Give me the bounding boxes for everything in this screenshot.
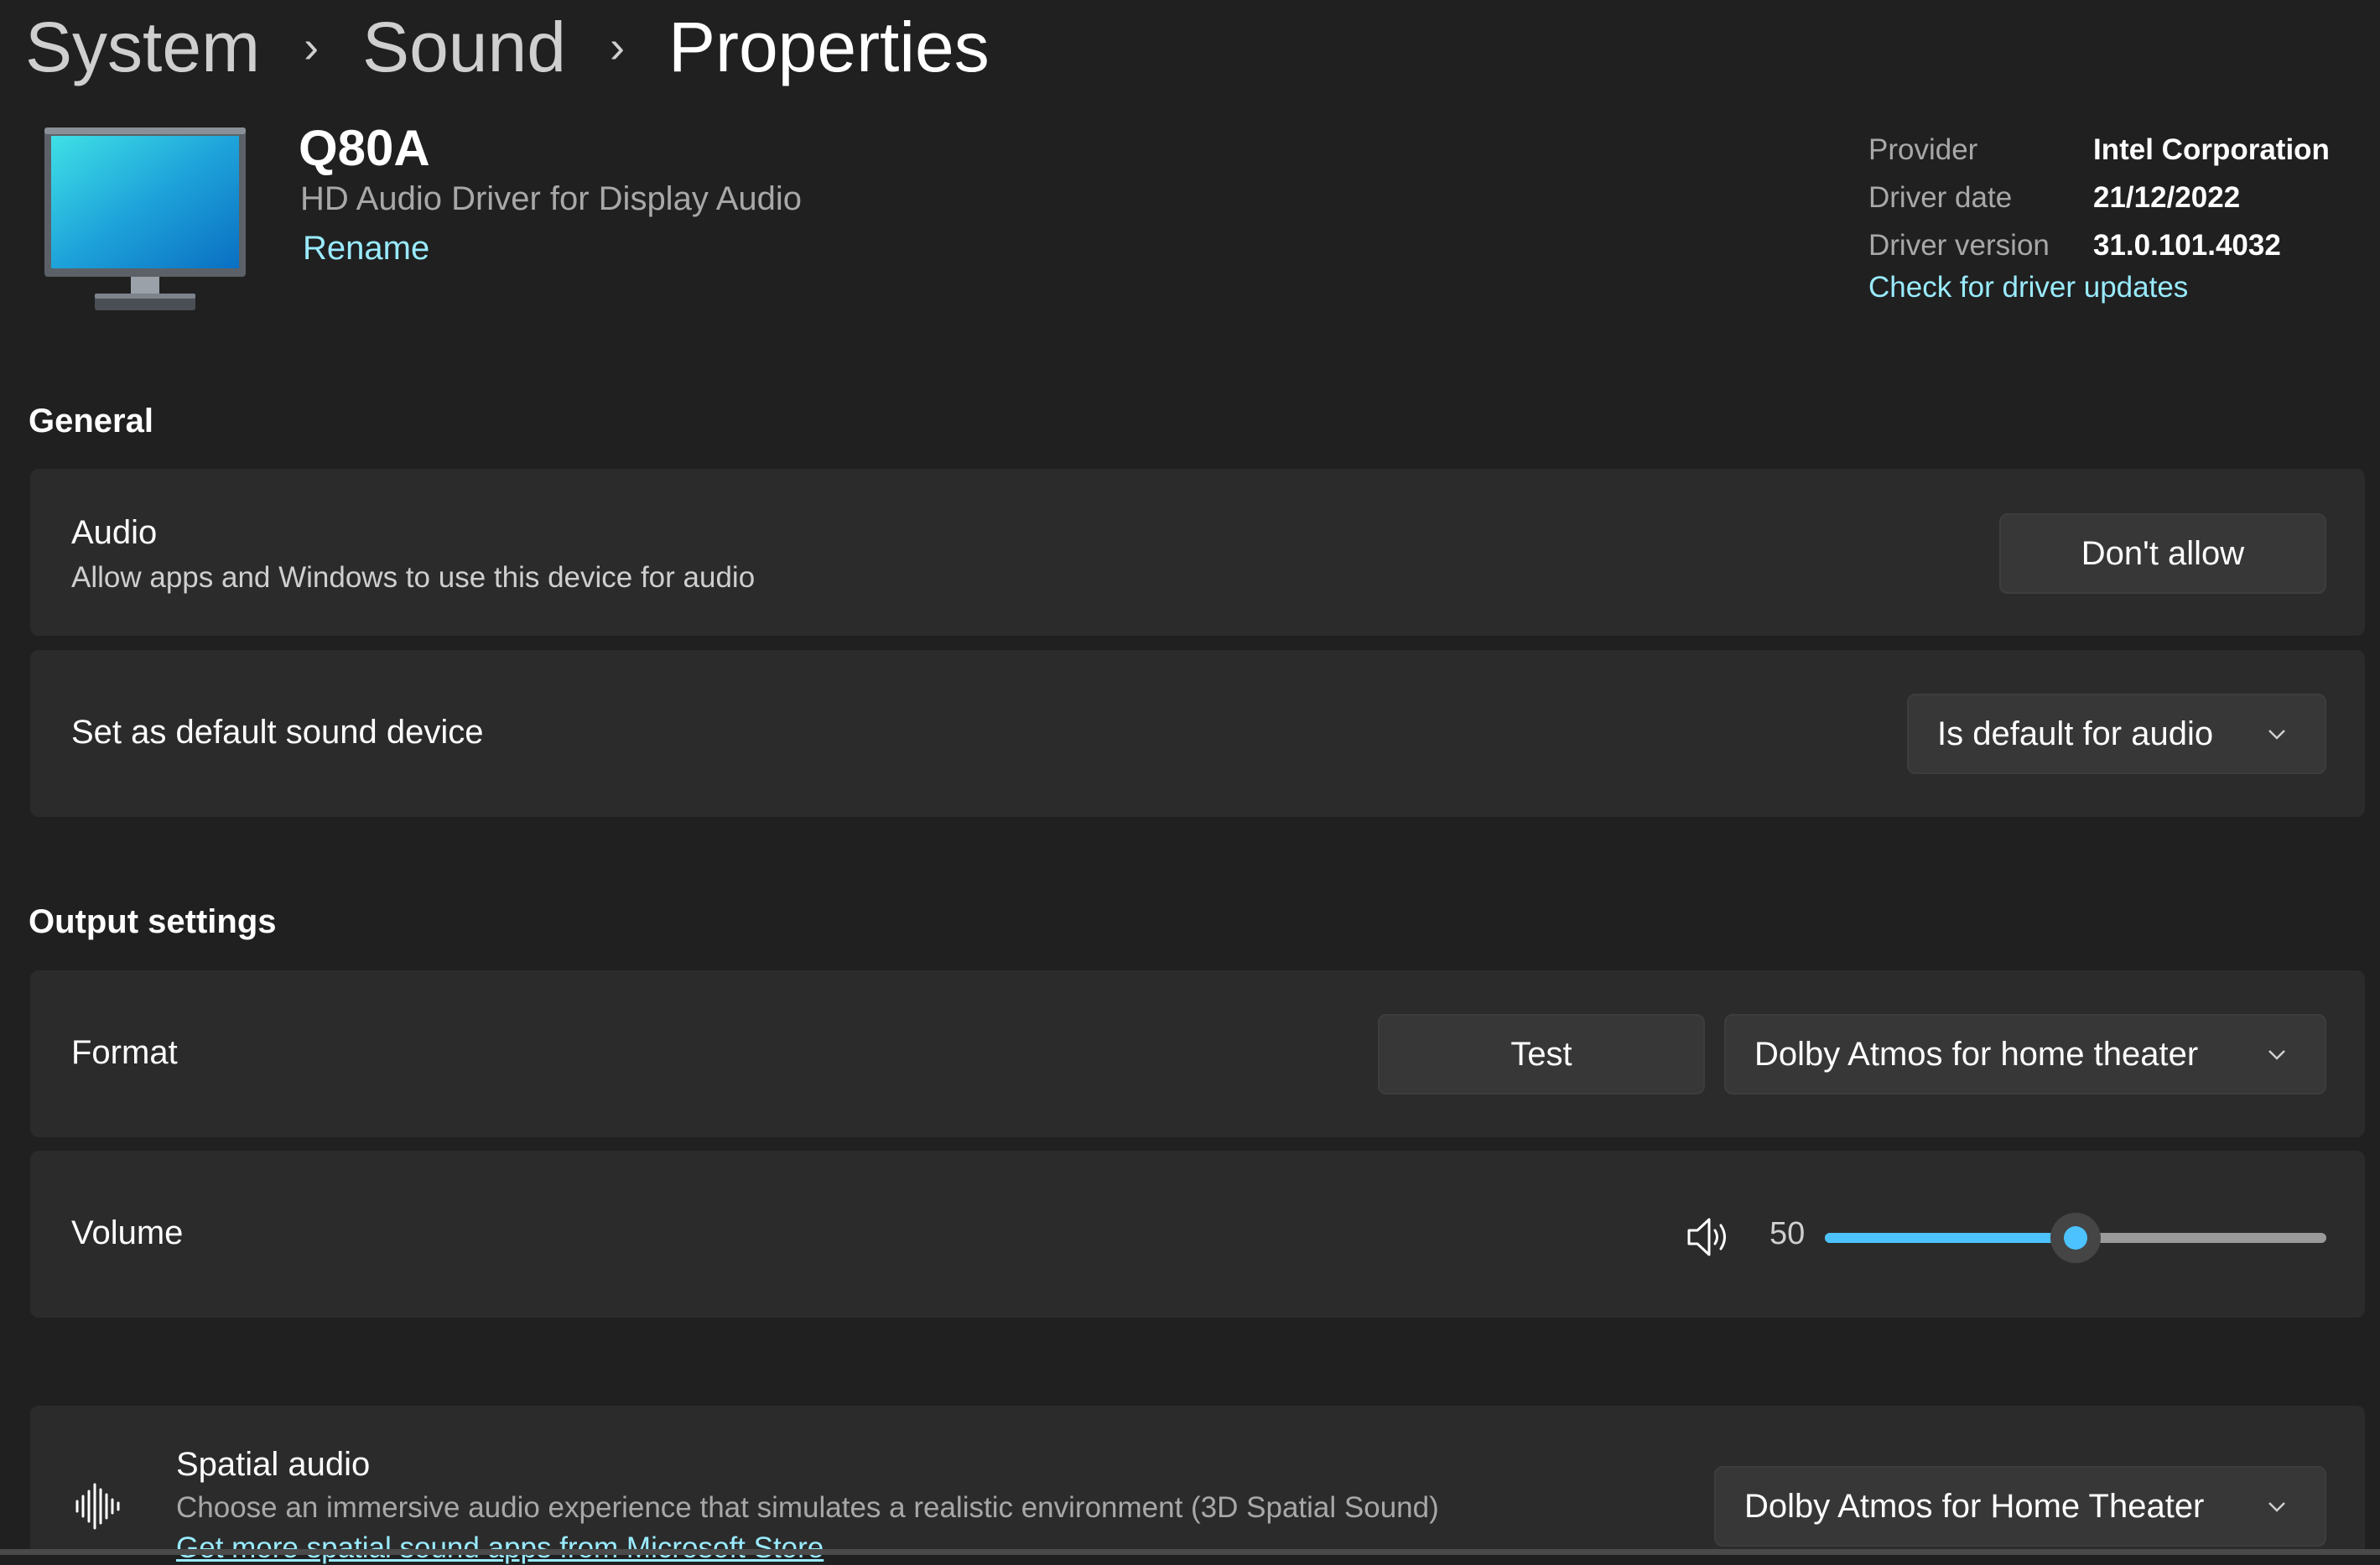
check-driver-updates-link[interactable]: Check for driver updates <box>1868 271 2330 304</box>
volume-slider-thumb[interactable] <box>2050 1213 2101 1263</box>
speaker-volume-icon[interactable] <box>1684 1213 1733 1261</box>
volume-slider-fill <box>1825 1233 2076 1243</box>
dont-allow-button[interactable]: Don't allow <box>1999 513 2326 594</box>
audio-description: Allow apps and Windows to use this devic… <box>71 561 756 594</box>
driver-date-label: Driver date <box>1868 180 2013 214</box>
driver-date-value: 21/12/2022 <box>2093 180 2241 214</box>
test-button[interactable]: Test <box>1378 1014 1705 1094</box>
provider-row: Provider Intel Corporation <box>1868 126 2330 174</box>
volume-value: 50 <box>1769 1216 1806 1251</box>
audio-card: Audio Allow apps and Windows to use this… <box>30 469 2365 636</box>
monitor-icon <box>43 126 247 312</box>
format-dropdown[interactable]: Dolby Atmos for home theater <box>1724 1014 2326 1094</box>
spatial-audio-description: Choose an immersive audio experience tha… <box>176 1491 1439 1524</box>
device-name: Q80A <box>299 120 430 176</box>
horizontal-scrollbar[interactable] <box>0 1549 2380 1555</box>
chevron-down-icon <box>2263 1492 2291 1521</box>
default-device-selected: Is default for audio <box>1937 715 2214 752</box>
volume-slider[interactable] <box>1825 1213 2326 1263</box>
spatial-audio-card: Spatial audio Choose an immersive audio … <box>30 1406 2365 1564</box>
chevron-down-icon <box>2263 720 2291 748</box>
spatial-audio-selected: Dolby Atmos for Home Theater <box>1744 1487 2205 1525</box>
breadcrumb-chevron-icon: › <box>304 22 320 72</box>
breadcrumb-chevron-icon: › <box>609 22 625 72</box>
page-title: Properties <box>668 7 990 86</box>
spatial-store-link[interactable]: Get more spatial sound apps from Microso… <box>176 1531 824 1565</box>
breadcrumb-sound[interactable]: Sound <box>362 7 566 88</box>
format-card: Format Test Dolby Atmos for home theater <box>30 970 2365 1137</box>
volume-slider-thumb-dot <box>2064 1226 2087 1250</box>
audio-title: Audio <box>71 514 158 551</box>
spatial-audio-dropdown[interactable]: Dolby Atmos for Home Theater <box>1714 1466 2326 1547</box>
driver-version-label: Driver version <box>1868 228 2050 262</box>
chevron-down-icon <box>2263 1040 2291 1068</box>
driver-description: HD Audio Driver for Display Audio <box>300 180 803 217</box>
default-device-dropdown[interactable]: Is default for audio <box>1907 694 2326 774</box>
spatial-audio-title: Spatial audio <box>176 1446 371 1483</box>
provider-value: Intel Corporation <box>2093 133 2330 166</box>
volume-title: Volume <box>71 1214 184 1251</box>
default-device-card: Set as default sound device Is default f… <box>30 650 2365 817</box>
breadcrumb-system[interactable]: System <box>25 7 260 88</box>
general-section-title: General <box>29 403 153 439</box>
format-selected: Dolby Atmos for home theater <box>1754 1035 2199 1073</box>
driver-date-row: Driver date 21/12/2022 <box>1868 174 2330 221</box>
output-settings-section-title: Output settings <box>29 903 277 940</box>
driver-version-value: 31.0.101.4032 <box>2093 228 2281 262</box>
breadcrumb: System › Sound › Properties <box>25 5 990 89</box>
driver-info: Provider Intel Corporation Driver date 2… <box>1868 126 2330 304</box>
format-title: Format <box>71 1034 178 1071</box>
driver-version-row: Driver version 31.0.101.4032 <box>1868 221 2330 269</box>
default-device-title: Set as default sound device <box>71 714 484 751</box>
rename-link[interactable]: Rename <box>303 230 429 268</box>
provider-label: Provider <box>1868 133 1978 166</box>
sound-wave-icon <box>74 1481 124 1531</box>
